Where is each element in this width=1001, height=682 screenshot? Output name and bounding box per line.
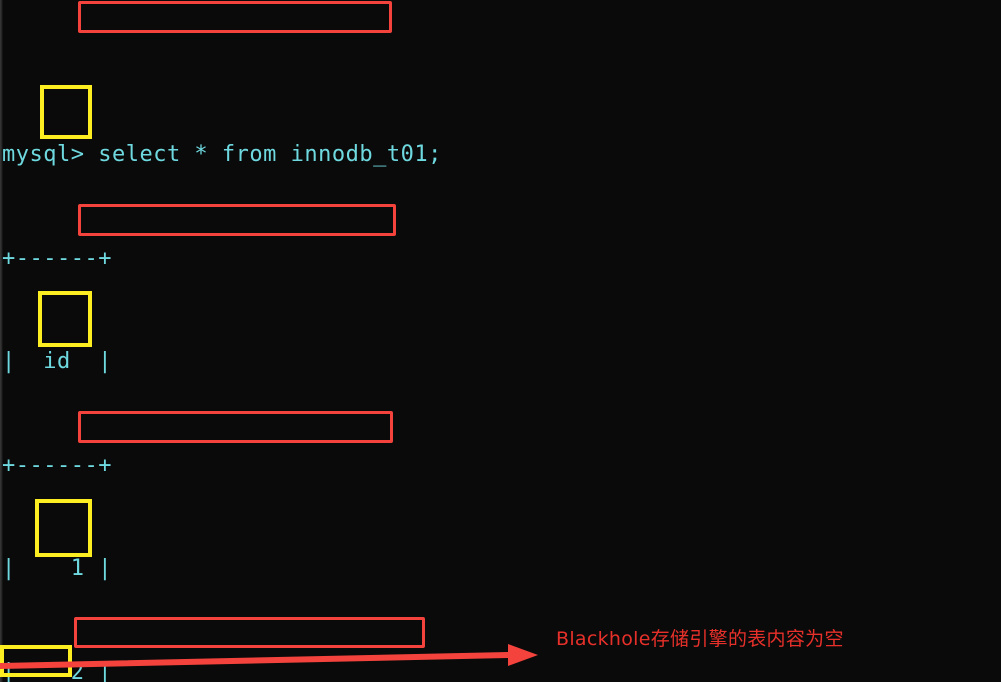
table-row-1-1: | 1 | (2, 556, 112, 581)
table-header-1: | id | (2, 349, 112, 374)
table-sep-mid-1: +------+ (2, 452, 112, 478)
sql-command-1: select * from innodb_t01; (98, 142, 442, 167)
command-line-1: mysql> select * from innodb_t01; (2, 138, 1001, 173)
table-sep-top-1: +------+ (2, 245, 112, 271)
prompt-1: mysql> (2, 142, 99, 167)
pointer-arrow (0, 644, 538, 669)
terminal-window: mysql> select * from innodb_t01; +------… (0, 0, 1001, 682)
terminal-output[interactable]: mysql> select * from innodb_t01; +------… (0, 0, 1001, 682)
annotation-note: Blackhole存储引擎的表内容为空 (556, 628, 844, 650)
